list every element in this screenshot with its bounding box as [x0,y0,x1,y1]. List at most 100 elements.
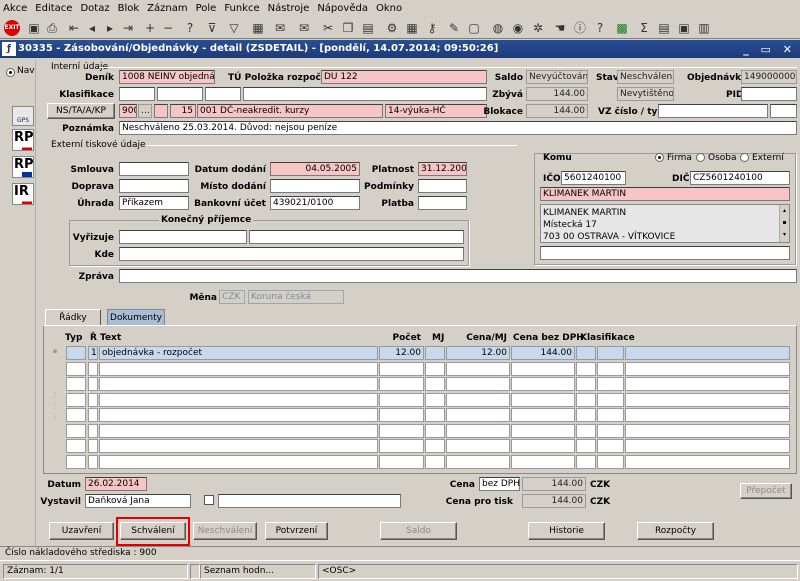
cell-typ[interactable] [66,408,86,422]
cell-r[interactable] [88,423,98,438]
nav-radio[interactable] [6,68,15,77]
vyrizuje-field[interactable] [119,230,247,244]
cell-cena-mj[interactable] [446,439,510,453]
mail-open-icon[interactable]: ✉ [296,20,312,36]
rozpocty-button[interactable]: Rozpočty [637,522,714,540]
cell-r[interactable]: 1 [88,346,98,360]
chart-icon[interactable]: ▥ [696,20,712,36]
hand-icon[interactable]: ☚ [552,20,568,36]
podminky-field[interactable] [418,179,467,193]
radio-osoba[interactable] [696,153,705,162]
cell-typ[interactable] [66,454,86,469]
cell-text[interactable] [99,377,378,391]
cell-klas-3[interactable] [625,377,790,391]
platba-field[interactable] [418,196,467,210]
gps-button[interactable]: GPS [12,106,34,126]
poznamka-field[interactable]: Neschváleno 25.03.2014. Důvod: nejsou pe… [119,121,797,135]
cell-pocet[interactable] [379,377,424,391]
tu-field[interactable]: DU 122 [321,70,487,84]
cell-klas-3[interactable] [625,392,790,407]
cell-typ[interactable] [66,346,86,360]
komu-address[interactable]: KLIMANEK MARTIN Místecká 17 703 00 OSTRA… [540,204,790,243]
kde-field[interactable] [119,247,464,261]
ns-field[interactable]: 900 [119,104,137,118]
vyrizuje-field-2[interactable] [249,230,464,244]
cell-cena-bez[interactable]: 144.00 [511,346,575,360]
info-icon[interactable]: ⓘ [572,20,588,36]
cell-mj[interactable] [425,377,445,391]
cell-pocet[interactable] [379,392,424,407]
cell-cena-bez[interactable] [511,423,575,438]
menu-pole[interactable]: Pole [196,3,217,14]
footer-checkbox[interactable] [204,495,214,505]
radio-firma[interactable] [655,153,664,162]
cell-cena-mj[interactable] [446,408,510,422]
menu-dotaz[interactable]: Dotaz [80,3,109,14]
cell-r[interactable] [88,439,98,453]
ta-text-field[interactable]: 001 DČ-neakredit. kurzy [197,104,383,118]
cell-klas-1[interactable] [576,346,596,360]
cell-cena-bez[interactable] [511,408,575,422]
radio-externi[interactable] [740,153,749,162]
cell-cena-bez[interactable] [511,439,575,453]
menu-zaznam[interactable]: Záznam [147,3,187,14]
delete-record-icon[interactable]: − [160,20,176,36]
doc-icon[interactable]: ▢ [466,20,482,36]
datum-dodani-field[interactable]: 04.05.2005 [270,162,360,176]
klasifikace-field-1[interactable] [119,87,155,101]
klasifikace-field-3[interactable] [205,87,241,101]
cell-klas-2[interactable] [597,361,624,376]
cell-typ[interactable] [66,377,86,391]
klasifikace-field-2[interactable] [157,87,203,101]
menu-okno[interactable]: Okno [376,3,402,14]
insert-record-icon[interactable]: + [142,20,158,36]
historie-button[interactable]: Historie [528,522,605,540]
cell-klas-1[interactable] [576,408,596,422]
cell-klas-3[interactable] [625,454,790,469]
cell-text[interactable] [99,454,378,469]
table-icon[interactable]: ▤ [656,20,672,36]
cell-pocet[interactable] [379,439,424,453]
window-icon[interactable]: ▣ [676,20,692,36]
calendar-icon[interactable]: ▦ [404,20,420,36]
settings-icon[interactable]: ✲ [530,20,546,36]
grid-icon[interactable]: ▦ [250,20,266,36]
cell-klas-1[interactable] [576,454,596,469]
vystavil-field[interactable]: Daňková Jana [85,494,191,508]
cell-text[interactable] [99,439,378,453]
cell-text[interactable] [99,423,378,438]
menu-funkce[interactable]: Funkce [224,3,259,14]
ir-button[interactable]: IR [12,183,34,205]
cell-klas-3[interactable] [625,361,790,376]
cut-icon[interactable]: ✂ [320,20,336,36]
cell-klas-2[interactable] [597,346,624,360]
cell-r[interactable] [88,408,98,422]
cell-mj[interactable] [425,439,445,453]
vz-typ-field[interactable] [770,104,797,118]
cell-typ[interactable] [66,392,86,407]
komu-name-field[interactable]: KLIMANEK MARTIN [540,187,790,201]
menu-napoveda[interactable]: Nápověda [317,3,368,14]
filter-icon[interactable]: ⊽ [204,20,220,36]
cell-r[interactable] [88,392,98,407]
cell-cena-mj[interactable] [446,423,510,438]
cell-klas-2[interactable] [597,439,624,453]
grid-scroll-handle[interactable]: ▪ ⋮ ⋮ ⋮ [50,346,60,464]
cell-klas-1[interactable] [576,377,596,391]
menu-blok[interactable]: Blok [118,3,140,14]
menu-editace[interactable]: Editace [35,3,72,14]
tab-dokumenty[interactable]: Dokumenty [107,309,165,326]
rp-button-2[interactable]: RP [12,156,34,178]
cell-mj[interactable] [425,408,445,422]
cell-klas-1[interactable] [576,392,596,407]
cell-klas-2[interactable] [597,408,624,422]
print-icon[interactable]: ⎙ [44,20,60,36]
potvrzeni-button[interactable]: Potvrzení [265,522,328,540]
cena-type-field[interactable]: bez DPH [479,477,520,491]
cell-mj[interactable] [425,346,445,360]
datum-field[interactable]: 26.02.2014 [85,477,147,491]
tab-radky[interactable]: Řádky [45,309,101,326]
cell-typ[interactable] [66,423,86,438]
cell-klas-1[interactable] [576,423,596,438]
ns-lookup-button[interactable]: … [138,104,152,118]
